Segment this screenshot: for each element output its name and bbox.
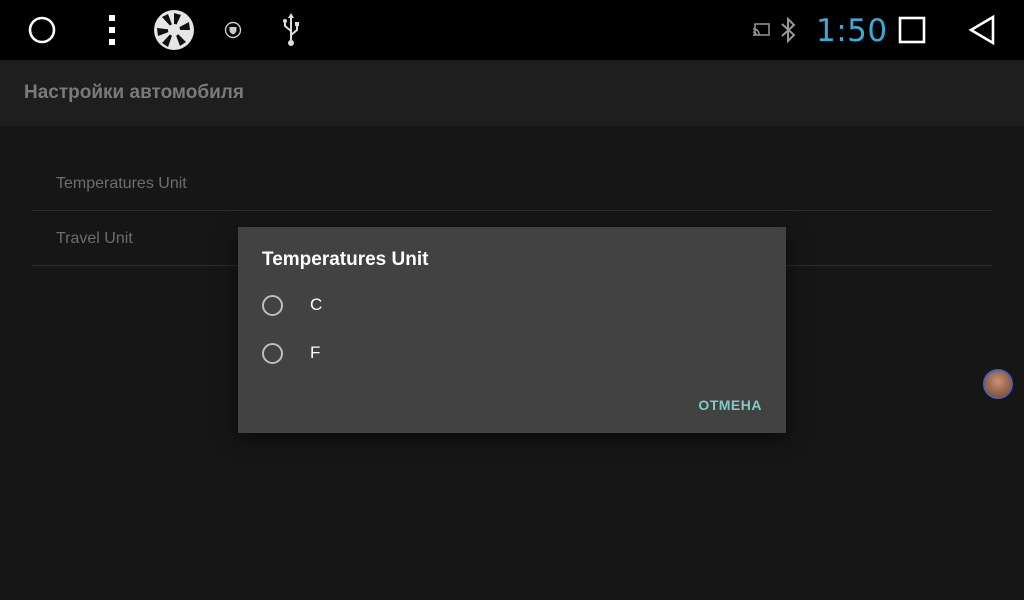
bluetooth-icon bbox=[779, 15, 797, 45]
screen: 1:50 Настройки автомобиля Temperatures U… bbox=[0, 0, 1024, 600]
home-circle-icon[interactable] bbox=[24, 12, 60, 48]
cancel-button[interactable]: ОТМЕНА bbox=[698, 397, 762, 413]
floating-avatar-bubble[interactable] bbox=[983, 369, 1013, 399]
option-label: C bbox=[310, 295, 323, 314]
settings-item-label: Temperatures Unit bbox=[56, 175, 187, 192]
settings-item-temperatures-unit[interactable]: Temperatures Unit bbox=[32, 156, 992, 211]
option-celsius[interactable]: C bbox=[262, 285, 762, 325]
settings-item-label: Travel Unit bbox=[56, 230, 133, 247]
radio-button[interactable] bbox=[262, 342, 283, 364]
vpn-shield-icon bbox=[223, 20, 243, 40]
back-triangle-icon[interactable] bbox=[964, 12, 1000, 48]
camera-shutter-icon[interactable] bbox=[153, 9, 195, 51]
recents-square-icon[interactable] bbox=[896, 14, 928, 46]
cast-icon bbox=[752, 22, 770, 38]
menu-dots-icon[interactable] bbox=[100, 12, 124, 48]
status-bar: 1:50 bbox=[0, 0, 1024, 60]
option-label: F bbox=[310, 343, 321, 362]
page-title: Настройки автомобиля bbox=[24, 82, 244, 103]
clock: 1:50 bbox=[816, 13, 888, 49]
usb-icon bbox=[280, 12, 302, 48]
option-fahrenheit[interactable]: F bbox=[262, 333, 762, 373]
temperature-unit-dialog: Temperatures Unit C F ОТМЕНА bbox=[238, 227, 786, 433]
dialog-title: Temperatures Unit bbox=[262, 249, 429, 270]
app-bar: Настройки автомобиля bbox=[0, 60, 1024, 126]
radio-button[interactable] bbox=[262, 294, 283, 316]
